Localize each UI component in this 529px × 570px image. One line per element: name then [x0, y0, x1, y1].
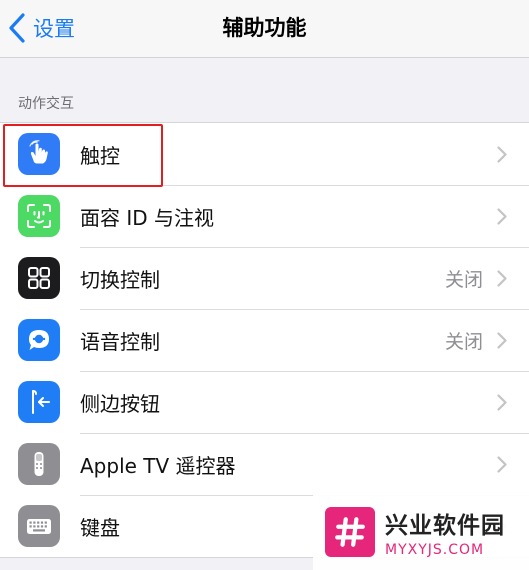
watermark-url: MYXYJS.COM [385, 542, 485, 558]
row-label: 侧边按钮 [80, 391, 160, 416]
hash-logo-icon [325, 507, 375, 557]
chevron-right-icon [497, 207, 507, 225]
row-label: 切换控制 [80, 267, 160, 292]
row-value: 关闭 [444, 268, 483, 291]
chevron-right-icon [497, 145, 507, 163]
row-side-button[interactable]: 侧边按钮 [0, 371, 529, 433]
side-button-icon [18, 381, 60, 423]
row-voice-control[interactable]: 语音控制 关闭 [0, 309, 529, 371]
section-header: 动作交互 [18, 96, 74, 112]
face-id-icon [18, 195, 60, 237]
row-label: 面容 ID 与注视 [80, 205, 215, 230]
chevron-right-icon [497, 269, 507, 287]
watermark: 兴业软件园 MYXYJS.COM [313, 494, 529, 570]
row-switch-control[interactable]: 切换控制 关闭 [0, 247, 529, 309]
row-face-id[interactable]: 面容 ID 与注视 [0, 185, 529, 247]
keyboard-icon [18, 505, 60, 547]
watermark-name: 兴业软件园 [385, 513, 505, 539]
chevron-right-icon [497, 455, 507, 473]
row-touch[interactable]: 触控 [0, 123, 529, 185]
remote-icon [18, 443, 60, 485]
row-apple-tv-remote[interactable]: Apple TV 遥控器 [0, 433, 529, 495]
row-label: 语音控制 [80, 329, 160, 354]
row-label: Apple TV 遥控器 [80, 453, 236, 478]
voice-control-icon [18, 319, 60, 361]
page-title: 辅助功能 [222, 16, 307, 40]
settings-list: 触控 面容 ID 与注视 切换控制 关闭 语音控制 关闭 侧边按钮 Apple … [0, 122, 529, 558]
chevron-right-icon [497, 393, 507, 411]
row-value: 关闭 [444, 330, 483, 353]
hand-touch-icon [18, 133, 60, 175]
chevron-right-icon [497, 331, 507, 349]
navigation-bar: 设置 辅助功能 [0, 0, 529, 58]
switch-control-icon [18, 257, 60, 299]
row-label: 触控 [80, 143, 120, 168]
